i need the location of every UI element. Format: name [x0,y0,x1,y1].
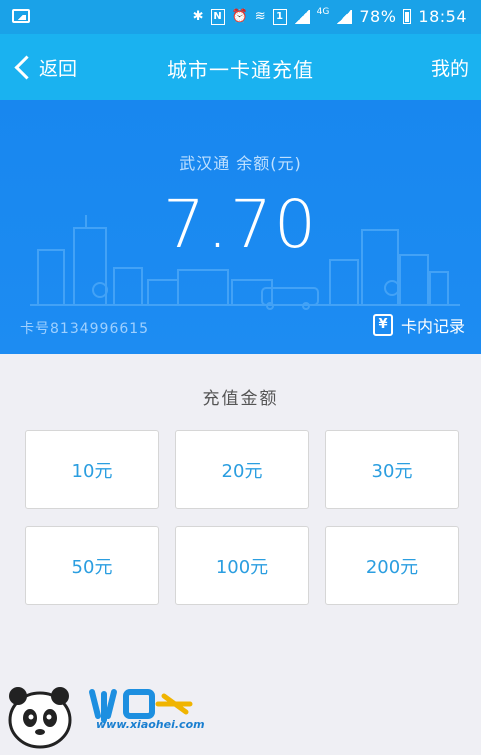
alarm-icon: ⏰ [231,8,248,24]
card-number: 卡号8134996615 [20,321,150,337]
amount-option-50[interactable]: 50元 [25,526,159,605]
page-title: 城市一卡通充值 [167,58,314,82]
network-type: 4G [316,6,330,17]
amount-option-200[interactable]: 200元 [325,526,459,605]
my-button[interactable]: 我的 [431,54,469,81]
yuan-receipt-icon: ¥ [372,314,393,336]
amount-option-100[interactable]: 100元 [175,526,309,605]
panda-logo-icon [8,687,193,749]
amount-option-30[interactable]: 30元 [325,430,459,509]
watermark-logo: www.xiaohei.com [0,680,205,751]
image-icon [12,9,30,23]
clock: 18:54 [418,7,467,26]
amount-option-20[interactable]: 20元 [175,430,309,509]
wifi-icon: ≋ [254,8,266,24]
balance-card: 武汉通 余额(元) 7.70 卡号8134996615 ¥ 卡内记录 [0,100,481,354]
card-records-button[interactable]: ¥ 卡内记录 [372,313,465,337]
amount-option-10[interactable]: 10元 [25,430,159,509]
bluetooth-icon: ✱ [192,8,204,24]
signal-icon [336,9,353,24]
balance-amount: 7.70 [163,186,318,263]
watermark-url: www.xiaohei.com [96,718,205,731]
battery-icon [403,9,412,24]
card-records-label: 卡内记录 [400,317,465,336]
status-icons: ✱ N ⏰ ≋ 1 4G 78% 18:54 [192,6,467,27]
recharge-amount-title: 充值金额 [202,389,279,409]
nav-bar: 返回 城市一卡通充值 我的 [0,34,481,100]
balance-label: 武汉通 余额(元) [179,154,302,173]
battery-percent: 78% [359,7,397,26]
sim-icon: 1 [272,8,287,25]
signal-icon [293,9,310,24]
nfc-icon: N [210,8,225,25]
status-bar: ✱ N ⏰ ≋ 1 4G 78% 18:54 [0,0,481,34]
